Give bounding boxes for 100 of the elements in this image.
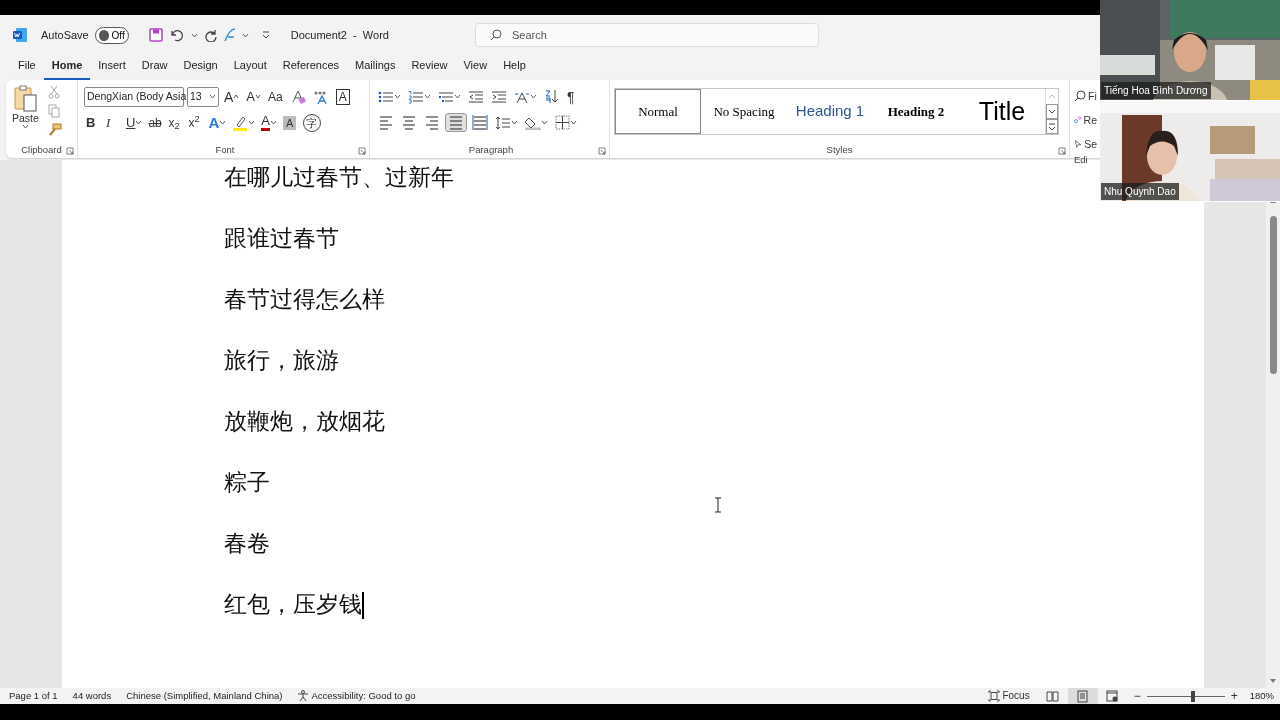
caret-icon bbox=[454, 94, 461, 99]
participant-name: Nhu Quynh Dao bbox=[1101, 183, 1179, 200]
ribbon-tab[interactable]: References bbox=[274, 56, 348, 80]
caret-icon bbox=[21, 124, 29, 129]
document-line: 春卷 bbox=[224, 530, 270, 556]
text-cursor-icon bbox=[714, 497, 722, 513]
underline-button[interactable]: U bbox=[124, 113, 145, 132]
group-label: Paragraph bbox=[468, 143, 514, 158]
caret-icon bbox=[394, 94, 401, 99]
bullets-icon bbox=[378, 89, 394, 104]
numbering-button[interactable] bbox=[406, 89, 433, 104]
italic-button[interactable]: I bbox=[104, 113, 122, 132]
align-center-icon bbox=[401, 114, 417, 131]
document-title: Document2 - Word bbox=[290, 27, 389, 43]
page-count[interactable]: Page 1 of 1 bbox=[9, 688, 58, 704]
caret-icon bbox=[209, 94, 216, 99]
accessibility-status[interactable]: Accessibility: Good to go bbox=[311, 688, 416, 704]
highlighter-icon bbox=[232, 114, 249, 131]
down-caret-icon bbox=[255, 94, 261, 99]
paste-button[interactable]: Paste bbox=[9, 84, 42, 143]
save-icon bbox=[148, 28, 163, 42]
ribbon-tab[interactable]: Draw bbox=[133, 56, 176, 80]
group-label: Styles bbox=[826, 143, 853, 158]
ribbon-tab[interactable]: Mailings bbox=[347, 56, 404, 80]
editing-button[interactable]: Se bbox=[1074, 135, 1097, 153]
editing-button[interactable]: Re bbox=[1074, 111, 1097, 129]
autosave-toggle[interactable]: Off bbox=[94, 26, 129, 44]
search-icon bbox=[1074, 90, 1086, 102]
multilevel-list-button[interactable] bbox=[436, 89, 463, 104]
pen-icon bbox=[223, 28, 236, 42]
ribbon-tab[interactable]: Insert bbox=[90, 56, 134, 80]
grow-font-button[interactable]: A bbox=[222, 87, 242, 106]
script-button[interactable]: x$^{2}$ bbox=[186, 113, 205, 132]
shading-button[interactable] bbox=[523, 115, 550, 130]
ribbon-tab[interactable]: Review bbox=[403, 56, 456, 80]
character-shading-button[interactable]: A bbox=[280, 115, 299, 130]
caret-icon bbox=[135, 120, 143, 125]
script-button[interactable]: x$_{2}$ bbox=[166, 113, 185, 132]
more-styles-icon bbox=[1046, 104, 1058, 119]
read-view-icon bbox=[1046, 689, 1060, 703]
zoom-slider-thumb[interactable] bbox=[1190, 690, 1195, 702]
cut-icon bbox=[47, 85, 60, 99]
document-line: 春节过得怎么样 bbox=[224, 286, 385, 312]
decrease-indent-button[interactable] bbox=[466, 89, 486, 104]
scroll-down-icon bbox=[1269, 678, 1277, 684]
ribbon-tab[interactable]: File bbox=[10, 56, 44, 80]
show-formatting-button[interactable]: ¶ bbox=[565, 87, 583, 106]
align-justify-icon bbox=[448, 114, 464, 131]
document-line: 放鞭炮，放烟花 bbox=[224, 408, 385, 434]
dialog-launcher-icon bbox=[598, 147, 606, 155]
editing-button[interactable]: Fi bbox=[1074, 87, 1097, 105]
borders-icon bbox=[555, 115, 570, 130]
shrink-font-button[interactable]: A bbox=[244, 87, 263, 106]
pointer-icon bbox=[1074, 138, 1083, 150]
caret-icon bbox=[241, 32, 249, 38]
ribbon-tab[interactable]: Design bbox=[175, 56, 226, 80]
borders-button[interactable] bbox=[553, 115, 579, 130]
text-effects-button[interactable]: A bbox=[206, 113, 229, 132]
zoom-out-button[interactable]: − bbox=[1131, 687, 1143, 705]
line-spacing-button[interactable] bbox=[493, 115, 520, 130]
bold-button[interactable]: B bbox=[84, 113, 102, 132]
ribbon-tab[interactable]: Layout bbox=[225, 56, 275, 80]
caret-icon bbox=[190, 32, 198, 38]
ribbon-tab[interactable]: Help bbox=[495, 56, 534, 80]
dialog-launcher-icon bbox=[66, 147, 74, 155]
style-option[interactable]: Normal bbox=[615, 89, 701, 134]
caret-icon bbox=[511, 120, 518, 125]
search-icon bbox=[490, 29, 502, 41]
align-button[interactable] bbox=[445, 113, 467, 132]
focus-icon bbox=[988, 690, 1001, 702]
focus-button[interactable]: Focus bbox=[988, 687, 1030, 705]
zoom-level[interactable]: 180% bbox=[1249, 688, 1274, 704]
increase-indent-button[interactable] bbox=[489, 89, 509, 104]
participant-name: Tiếng Hoa Bình Dương bbox=[1101, 82, 1211, 99]
strikethrough-button[interactable]: ab bbox=[146, 113, 165, 132]
word-count[interactable]: 44 words bbox=[72, 688, 112, 704]
align-right-icon bbox=[424, 114, 440, 131]
text-cursor bbox=[362, 592, 364, 619]
dialog-launcher-icon bbox=[1058, 147, 1066, 155]
multilevel-icon bbox=[438, 89, 454, 104]
align-button[interactable] bbox=[470, 114, 490, 131]
align-left-icon bbox=[378, 114, 394, 131]
group-label: Font bbox=[215, 143, 235, 158]
undo-icon bbox=[168, 28, 185, 42]
character-border-button[interactable]: A bbox=[333, 88, 352, 105]
document-line: 旅行，旅游 bbox=[224, 347, 339, 373]
sort-icon bbox=[544, 89, 560, 104]
scrollbar-thumb[interactable] bbox=[1269, 216, 1277, 374]
language-status[interactable]: Chinese (Simplified, Mainland China) bbox=[126, 688, 283, 704]
font-size-dropdown[interactable]: 13 bbox=[187, 86, 219, 107]
font-color-button[interactable]: A bbox=[259, 114, 279, 131]
change-case-button[interactable]: Aa bbox=[266, 87, 285, 106]
bullets-button[interactable] bbox=[376, 89, 403, 104]
zoom-in-button[interactable]: + bbox=[1228, 687, 1240, 705]
ribbon-tab[interactable]: View bbox=[455, 56, 496, 80]
group-label: Edi bbox=[1074, 153, 1088, 167]
search-field[interactable]: Search bbox=[475, 23, 819, 47]
document-line: 红包，压岁钱 bbox=[224, 591, 362, 617]
indent-icon bbox=[491, 89, 507, 104]
document-line: 在哪儿过春节、过新年 bbox=[224, 164, 454, 190]
